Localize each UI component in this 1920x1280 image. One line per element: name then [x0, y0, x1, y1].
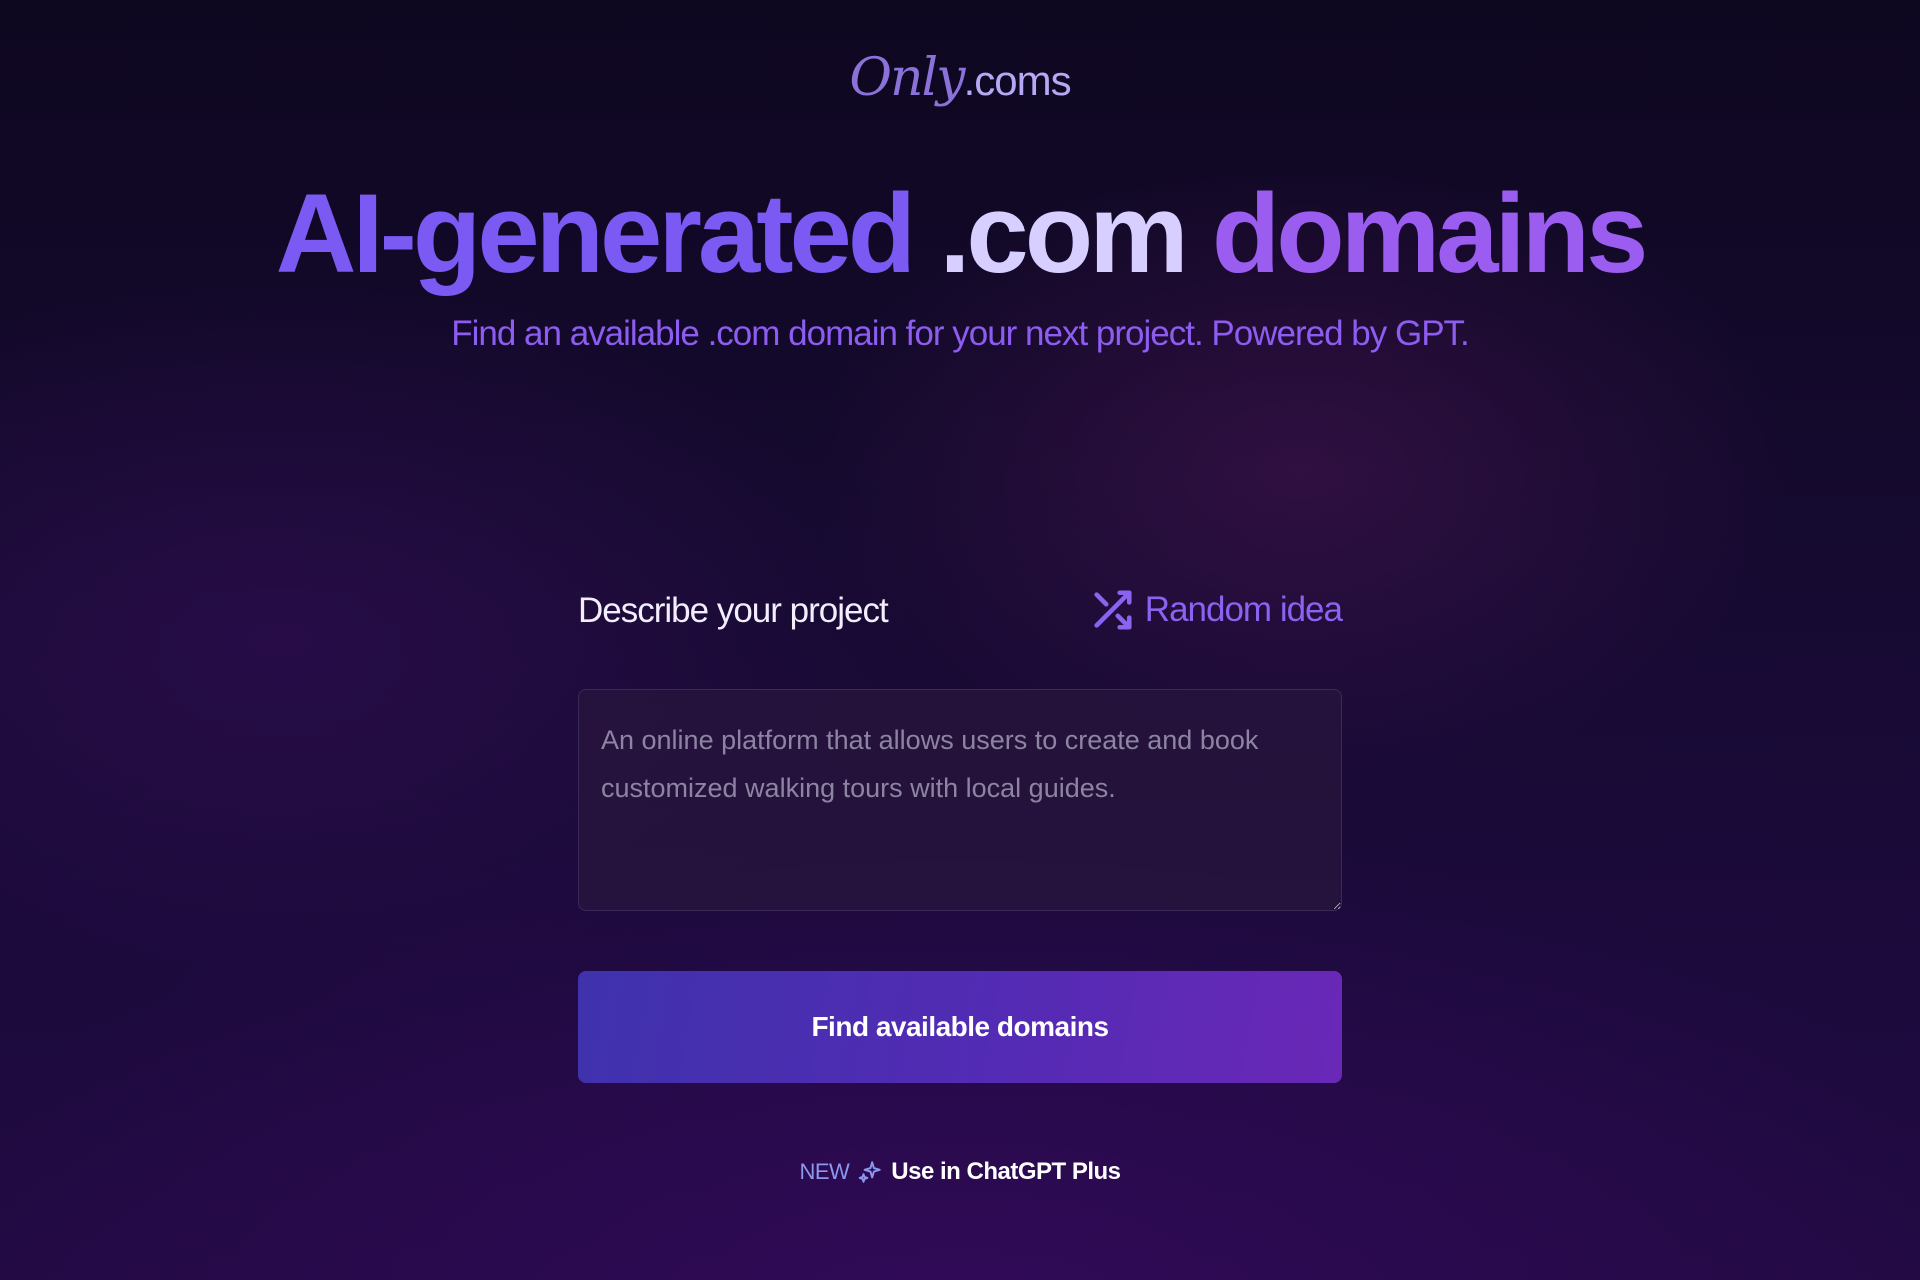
project-description-label: Describe your project: [578, 591, 889, 630]
logo-script-text: Only: [849, 48, 965, 108]
use-in-chatgpt-plus-label: Use in ChatGPT Plus: [891, 1158, 1121, 1185]
hero-subtitle: Find an available .com domain for your n…: [451, 314, 1470, 353]
new-badge: NEW: [799, 1159, 850, 1184]
sparkle-icon: [859, 1161, 882, 1183]
domain-search-form: Describe your project Random idea Find a…: [578, 585, 1343, 1083]
shuffle-icon: [1094, 590, 1132, 630]
project-description-input[interactable]: [578, 689, 1342, 911]
random-idea-label: Random idea: [1144, 590, 1343, 629]
logo-suffix-text: .coms: [963, 57, 1072, 104]
site-logo[interactable]: Only.coms: [0, 52, 1920, 104]
form-header: Describe your project Random idea: [578, 585, 1343, 645]
hero-title-part-com: .com: [939, 171, 1188, 296]
hero-title: AI-generated .com domains: [0, 172, 1920, 295]
find-available-domains-button[interactable]: Find available domains: [578, 971, 1342, 1083]
hero-title-part-domains: domains: [1211, 171, 1649, 296]
hero-title-part-ai-generated: AI-generated: [275, 171, 917, 296]
random-idea-button[interactable]: Random idea: [1089, 587, 1343, 633]
use-in-chatgpt-plus-link[interactable]: NEW Use in ChatGPT Plus: [0, 1158, 1920, 1186]
